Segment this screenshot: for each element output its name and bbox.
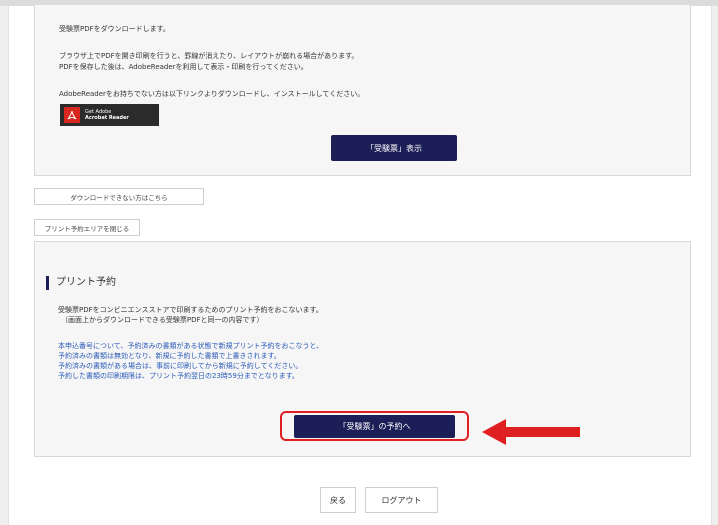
adobe-badge-line2: Acrobat Reader (85, 115, 129, 121)
get-adobe-reader-link[interactable]: Get Adobe Acrobat Reader (60, 104, 159, 126)
adobe-badge-text: Get Adobe Acrobat Reader (85, 109, 129, 121)
adobe-acrobat-icon (64, 107, 80, 123)
print-description-text: 受験票PDFをコンビニエンスストアで印刷するためのプリント予約をおこないます。 (58, 306, 323, 314)
download-save-text: PDFを保存した後は、AdobeReaderを利用して表示・印刷を行ってください… (59, 63, 308, 71)
print-note-line: 予約済みの書類がある場合は、事前に印刷してから新規に予約してください。 (58, 362, 303, 370)
download-help-button[interactable]: ダウンロードできない方はこちら (34, 188, 204, 205)
pdf-download-panel: 受験票PDFをダウンロードします。 ブラウザ上でPDFを開き印刷を行うと、罫線が… (34, 5, 691, 176)
view-admission-ticket-button[interactable]: 「受験票」表示 (331, 135, 457, 161)
print-note-line: 予約済みの書類は無効となり、新規に予約した書類で上書きされます。 (58, 352, 281, 360)
back-button[interactable]: 戻る (320, 487, 356, 513)
logout-button[interactable]: ログアウト (365, 487, 438, 513)
adobe-install-text: AdobeReaderをお持ちでない方は以下リンクよりダウンロードし、インストー… (59, 90, 365, 98)
print-description-note: （画面上からダウンロードできる受験票PDFと同一の内容です） (61, 316, 264, 324)
print-note-line: 予約した書類の印刷期限は、プリント予約翌日の23時59分までとなります。 (58, 372, 299, 380)
hide-print-area-button[interactable]: プリント予約エリアを閉じる (34, 219, 140, 236)
print-note-line: 本申込番号について、予約済みの書類がある状態で新規プリント予約をおこなうと、 (58, 342, 324, 350)
print-reservation-title: プリント予約 (46, 276, 116, 290)
download-intro-text: 受験票PDFをダウンロードします。 (59, 25, 170, 33)
red-arrow-icon (482, 419, 580, 445)
main-page: 受験票PDFをダウンロードします。 ブラウザ上でPDFを開き印刷を行うと、罫線が… (8, 5, 712, 525)
highlight-box (280, 411, 469, 441)
download-warning-text: ブラウザ上でPDFを開き印刷を行うと、罫線が消えたり、レイアウトが崩れる場合があ… (59, 52, 359, 60)
